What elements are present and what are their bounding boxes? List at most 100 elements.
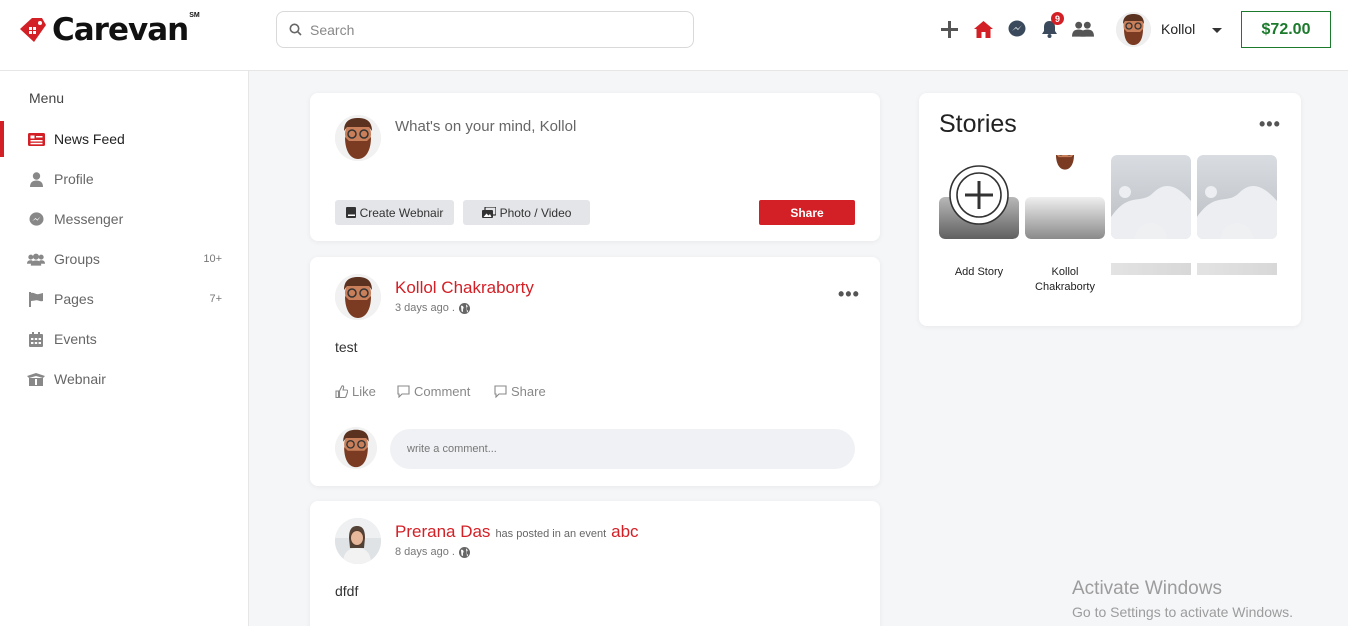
- post-author-avatar[interactable]: [335, 274, 381, 320]
- sidebar-item-label: Messenger: [54, 211, 124, 227]
- chevron-down-icon[interactable]: [1212, 28, 1222, 33]
- newspaper-icon: [27, 131, 45, 147]
- users-icon: [27, 251, 45, 267]
- post-body: test: [335, 339, 358, 355]
- post-card: Kollol Chakraborty 3 days ago . ••• test…: [310, 257, 880, 486]
- activate-windows-subtitle: Go to Settings to activate Windows.: [1072, 604, 1293, 620]
- share-label: Share: [511, 384, 546, 399]
- globe-icon: [458, 302, 470, 314]
- sidebar-item-groups[interactable]: Groups 10+: [0, 241, 248, 277]
- story-background: [1025, 197, 1105, 239]
- thumbs-up-icon: [335, 385, 348, 398]
- commenter-avatar: [335, 427, 377, 469]
- menu-title: Menu: [29, 90, 65, 106]
- logo-text: Carevan: [52, 12, 189, 48]
- comment-input[interactable]: [407, 443, 807, 455]
- like-button[interactable]: Like: [335, 384, 376, 399]
- box-icon: [27, 371, 45, 387]
- top-navbar: Carevan SM 9 Kollol $72.00: [0, 0, 1348, 71]
- post-header: Prerana Das has posted in an event abc: [395, 522, 639, 542]
- comment-label: Comment: [414, 384, 471, 399]
- event-link[interactable]: abc: [611, 522, 638, 542]
- more-options-icon[interactable]: •••: [838, 284, 860, 305]
- stories-title: Stories: [939, 110, 1017, 138]
- create-webnair-button[interactable]: Create Webnair: [335, 200, 454, 225]
- logo[interactable]: Carevan SM: [16, 8, 200, 52]
- image-placeholder-icon: [1111, 155, 1191, 239]
- price-tag-icon: [20, 18, 46, 42]
- sidebar-item-webnair[interactable]: Webnair: [0, 361, 248, 397]
- stories-options-icon[interactable]: •••: [1259, 114, 1281, 135]
- add-circle-icon: [949, 165, 1009, 225]
- comment-icon: [397, 385, 410, 398]
- post-author-avatar[interactable]: [335, 518, 381, 564]
- search-input[interactable]: [310, 21, 670, 38]
- add-story-card[interactable]: [939, 155, 1019, 239]
- share-icon: [494, 385, 507, 398]
- sidebar-item-label: Webnair: [54, 371, 106, 387]
- sidebar-item-label: Pages: [54, 291, 94, 307]
- notification-bell-icon[interactable]: 9: [1038, 12, 1064, 40]
- photo-video-label: Photo / Video: [499, 205, 572, 220]
- post-author-name[interactable]: Kollol Chakraborty: [395, 278, 534, 298]
- add-story-label: Add Story: [954, 266, 1004, 278]
- sidebar-item-label: Groups: [54, 251, 100, 267]
- sidebar-item-events[interactable]: Events: [0, 321, 248, 357]
- image-placeholder-icon: [1197, 155, 1277, 239]
- like-label: Like: [352, 384, 376, 399]
- calendar-icon: [27, 331, 45, 347]
- share-post-button[interactable]: Share: [494, 384, 546, 399]
- wallet-balance[interactable]: $72.00: [1241, 11, 1331, 48]
- story-card-placeholder[interactable]: [1111, 155, 1191, 239]
- sidebar-item-news-feed[interactable]: News Feed: [0, 121, 248, 157]
- messenger-icon: [27, 211, 45, 227]
- friends-icon[interactable]: [1072, 18, 1094, 40]
- sidebar-item-pages[interactable]: Pages 7+: [0, 281, 248, 317]
- story-label-placeholder: [1197, 263, 1277, 275]
- book-icon: [345, 207, 356, 218]
- logo-service-mark: SM: [189, 12, 200, 19]
- sidebar-item-label: News Feed: [54, 131, 125, 147]
- story-card-placeholder[interactable]: [1197, 155, 1277, 239]
- story-user-label: Kollol Chakraborty: [1035, 266, 1095, 293]
- post-timestamp: 3 days ago .: [395, 302, 470, 314]
- messenger-icon[interactable]: [1006, 18, 1028, 40]
- sidebar: Menu News Feed Profile Messenger Groups …: [0, 71, 249, 626]
- globe-icon: [458, 546, 470, 558]
- pages-count: 7+: [209, 293, 222, 305]
- search-bar[interactable]: [276, 11, 694, 48]
- story-avatar: [1055, 155, 1075, 170]
- share-button[interactable]: Share: [759, 200, 855, 225]
- user-avatar[interactable]: [1116, 12, 1151, 47]
- flag-icon: [27, 291, 45, 307]
- photo-video-button[interactable]: Photo / Video: [463, 200, 590, 225]
- sidebar-item-messenger[interactable]: Messenger: [0, 201, 248, 237]
- post-timestamp: 8 days ago .: [395, 546, 470, 558]
- post-time-text: 8 days ago .: [395, 546, 455, 558]
- post-body: dfdf: [335, 583, 359, 599]
- sidebar-item-label: Events: [54, 331, 97, 347]
- groups-count: 10+: [203, 253, 222, 265]
- composer-prompt[interactable]: What's on your mind, Kollol: [395, 118, 576, 135]
- composer-avatar: [335, 115, 381, 161]
- post-card: Prerana Das has posted in an event abc 8…: [310, 501, 880, 626]
- images-icon: [481, 207, 496, 218]
- create-webnair-label: Create Webnair: [359, 205, 444, 220]
- add-icon[interactable]: [938, 18, 960, 40]
- notification-badge: 9: [1051, 12, 1064, 25]
- activate-windows-title: Activate Windows: [1072, 578, 1222, 599]
- stories-panel: Stories ••• Add Story Kollol Chakraborty: [919, 93, 1301, 326]
- search-icon: [289, 23, 302, 36]
- story-label-placeholder: [1111, 263, 1191, 275]
- post-composer: What's on your mind, Kollol Create Webna…: [310, 93, 880, 241]
- home-icon[interactable]: [972, 18, 994, 40]
- post-time-text: 3 days ago .: [395, 302, 455, 314]
- user-name[interactable]: Kollol: [1161, 21, 1195, 37]
- sidebar-item-label: Profile: [54, 171, 94, 187]
- comment-field[interactable]: [390, 429, 855, 469]
- sidebar-item-profile[interactable]: Profile: [0, 161, 248, 197]
- post-context: has posted in an event: [495, 528, 607, 540]
- post-author-name[interactable]: Prerana Das: [395, 522, 490, 542]
- story-card[interactable]: [1025, 155, 1105, 239]
- comment-button[interactable]: Comment: [397, 384, 470, 399]
